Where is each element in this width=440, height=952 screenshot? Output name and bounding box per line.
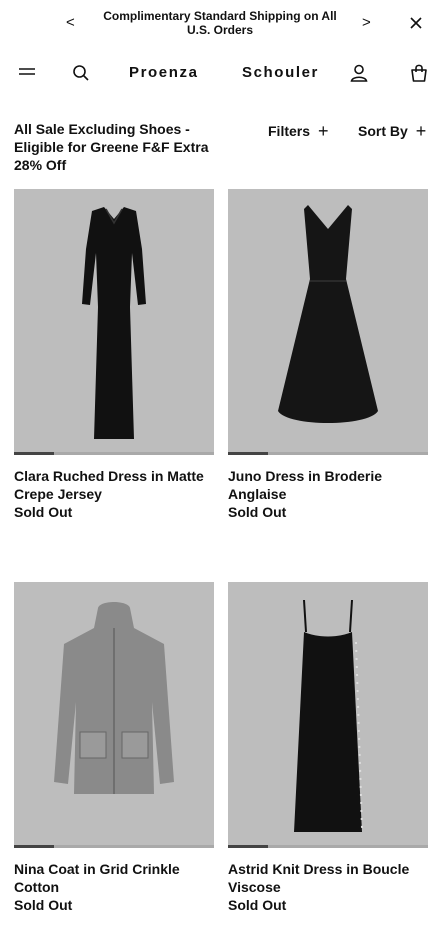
dress-image (278, 205, 378, 423)
filters-label: Filters (268, 123, 311, 139)
product-card[interactable]: Juno Dress in Broderie Anglaise Sold Out (228, 189, 428, 521)
product-card[interactable]: Clara Ruched Dress in Matte Crepe Jersey… (14, 189, 214, 521)
close-icon[interactable] (406, 13, 426, 33)
product-card[interactable]: Astrid Knit Dress in Boucle Viscose Sold… (228, 582, 428, 914)
image-slider-thumb[interactable] (14, 452, 54, 455)
brand-logo-right[interactable]: Schouler (242, 64, 319, 82)
product-image[interactable] (14, 189, 214, 455)
product-status: Sold Out (14, 504, 73, 520)
product-name[interactable]: Juno Dress in Broderie Anglaise (228, 467, 428, 503)
search-icon[interactable] (70, 62, 92, 84)
listing-toolbar: All Sale Excluding Shoes - Eligible for … (0, 120, 440, 180)
announcement-bar: < Complimentary Standard Shipping on All… (0, 0, 440, 46)
image-slider-track[interactable] (228, 452, 428, 455)
product-status: Sold Out (228, 897, 287, 913)
product-image[interactable] (14, 582, 214, 848)
coat-image (54, 602, 174, 794)
product-image[interactable] (228, 189, 428, 455)
image-slider-thumb[interactable] (14, 845, 54, 848)
filters-button[interactable]: Filters + (268, 122, 329, 140)
plus-icon: + (318, 121, 329, 141)
user-icon[interactable] (348, 62, 370, 84)
product-image[interactable] (228, 582, 428, 848)
hamburger-menu-icon[interactable] (16, 62, 38, 84)
product-status: Sold Out (14, 897, 73, 913)
image-slider-track[interactable] (228, 845, 428, 848)
dress-image (82, 207, 146, 439)
product-name[interactable]: Clara Ruched Dress in Matte Crepe Jersey (14, 467, 214, 503)
image-slider-thumb[interactable] (228, 452, 268, 455)
product-name[interactable]: Astrid Knit Dress in Boucle Viscose (228, 860, 428, 896)
site-header: Proenza Schouler (0, 54, 440, 92)
plus-icon: + (415, 121, 427, 141)
chevron-left-icon[interactable]: < (66, 14, 75, 32)
announcement-text: Complimentary Standard Shipping on All U… (103, 9, 337, 37)
page-title: All Sale Excluding Shoes - Eligible for … (14, 121, 209, 173)
chevron-right-icon[interactable]: > (362, 14, 371, 32)
product-name[interactable]: Nina Coat in Grid Crinkle Cotton (14, 860, 214, 896)
product-status: Sold Out (228, 504, 287, 520)
image-slider-thumb[interactable] (228, 845, 268, 848)
image-slider-track[interactable] (14, 845, 214, 848)
sort-by-label: Sort By (358, 123, 408, 139)
dress-image (294, 599, 363, 832)
brand-logo-left[interactable]: Proenza (129, 64, 199, 82)
sort-by-button[interactable]: Sort By + (358, 122, 426, 140)
shopping-bag-icon[interactable] (408, 62, 430, 84)
image-slider-track[interactable] (14, 452, 214, 455)
product-card[interactable]: Nina Coat in Grid Crinkle Cotton Sold Ou… (14, 582, 214, 914)
